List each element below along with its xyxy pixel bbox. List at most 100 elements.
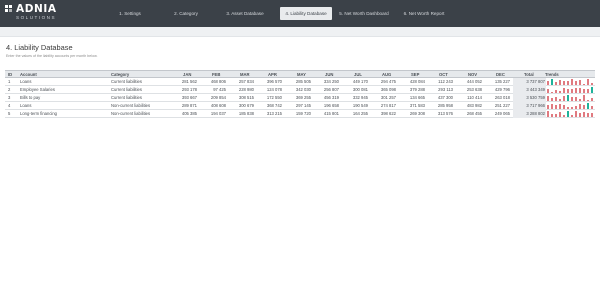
cell-month-value[interactable]: 444 052 (456, 78, 482, 86)
cell-month-value[interactable]: 112 243 (427, 78, 453, 86)
cell-month-value[interactable]: 256 807 (313, 86, 339, 94)
cell-month-value[interactable]: 294 475 (370, 78, 396, 86)
cell-month-value[interactable]: 257 834 (228, 78, 254, 86)
cell-month-value[interactable]: 124 078 (256, 86, 282, 94)
cell-month-value[interactable]: 301 257 (370, 94, 396, 102)
table-row[interactable]: 5 Long-term financing Non-current liabilit… (5, 110, 595, 118)
cell-month-value[interactable]: 365 098 (370, 86, 396, 94)
cell-month-value[interactable]: 196 658 (313, 102, 339, 110)
tab-category[interactable]: 2. Category (160, 7, 212, 20)
brand-logo[interactable]: ADNIA SOLUTIONS (5, 3, 61, 24)
trend-bar (547, 95, 550, 101)
table-row[interactable]: 2 Employee Salaries Current liabilities 293… (5, 86, 595, 94)
trend-bar (559, 98, 562, 101)
trend-bar (591, 113, 594, 117)
cell-month-value[interactable]: 285 505 (285, 78, 311, 86)
cell-month-value[interactable]: 268 455 (456, 110, 482, 118)
cell-month-value[interactable]: 297 145 (285, 102, 311, 110)
col-header-aug: AUG (382, 72, 392, 77)
cell-month-value[interactable]: 371 583 (399, 102, 425, 110)
cell-month-value[interactable]: 172 550 (256, 94, 282, 102)
tab-liability-database[interactable]: 4. Liability Database (280, 7, 332, 20)
trend-bar (583, 83, 586, 85)
cell-month-value[interactable]: 274 817 (370, 102, 396, 110)
tab-net-worth-report[interactable]: 6. Net Worth Report (396, 7, 452, 20)
cell-month-value[interactable]: 483 982 (456, 102, 482, 110)
page-subtitle: Enter the values of the liability accoun… (6, 54, 98, 58)
cell-month-value[interactable]: 379 288 (399, 86, 425, 94)
cell-month-value[interactable]: 300 081 (342, 86, 368, 94)
cell-month-value[interactable]: 415 801 (313, 110, 339, 118)
cell-month-value[interactable]: 405 385 (171, 110, 197, 118)
col-header-nov: NOV (468, 72, 478, 77)
cell-month-value[interactable]: 134 665 (399, 94, 425, 102)
cell-month-value[interactable]: 251 227 (484, 102, 510, 110)
table-row[interactable]: 3 Bills to pay Current liabilities 393 667 2… (5, 94, 595, 102)
cell-account[interactable]: Long-term financing (20, 110, 108, 118)
cell-month-value[interactable]: 332 945 (342, 94, 368, 102)
cell-month-value[interactable]: 300 679 (228, 102, 254, 110)
cell-month-value[interactable]: 110 414 (456, 94, 482, 102)
cell-category[interactable]: Current liabilities (111, 78, 176, 86)
cell-month-value[interactable]: 369 255 (285, 94, 311, 102)
cell-month-value[interactable]: 342 030 (285, 86, 311, 94)
cell-month-value[interactable]: 263 018 (484, 94, 510, 102)
cell-month-value[interactable]: 285 958 (427, 102, 453, 110)
cell-account[interactable]: Loans (20, 78, 108, 86)
cell-month-value[interactable]: 194 037 (200, 110, 226, 118)
trend-bar (583, 112, 586, 117)
cell-category[interactable]: Current liabilities (111, 94, 176, 102)
cell-month-value[interactable]: 396 570 (256, 78, 282, 86)
table-row[interactable]: 4 Loans Non-current liabilities 289 871 408 … (5, 102, 595, 110)
tab-settings[interactable]: 1. Settings (100, 7, 160, 20)
trend-bar (579, 79, 582, 85)
cell-month-value[interactable]: 289 871 (171, 102, 197, 110)
cell-month-value[interactable]: 368 742 (256, 102, 282, 110)
cell-month-value[interactable]: 135 227 (484, 78, 510, 86)
tab-asset-database[interactable]: 3. Asset Database (212, 7, 278, 20)
cell-month-value[interactable]: 228 980 (228, 86, 254, 94)
cell-month-value[interactable]: 97 425 (200, 86, 226, 94)
cell-month-value[interactable]: 429 796 (484, 86, 510, 94)
cell-month-value[interactable]: 334 250 (313, 78, 339, 86)
cell-month-value[interactable]: 293 113 (427, 86, 453, 94)
trend-bar (547, 88, 550, 93)
cell-account[interactable]: Bills to pay (20, 94, 108, 102)
cell-month-value[interactable]: 293 178 (171, 86, 197, 94)
cell-month-value[interactable]: 185 838 (228, 110, 254, 118)
table-row[interactable]: 1 Loans Current liabilities 281 562 468 806 2… (5, 78, 595, 86)
cell-month-value[interactable]: 313 576 (427, 110, 453, 118)
col-header-trends: Trends (545, 72, 559, 77)
cell-category[interactable]: Current liabilities (111, 86, 176, 94)
trend-bar (551, 79, 554, 85)
cell-month-value[interactable]: 398 622 (370, 110, 396, 118)
cell-month-value[interactable]: 313 215 (256, 110, 282, 118)
cell-month-value[interactable]: 393 667 (171, 94, 197, 102)
cell-month-value[interactable]: 209 854 (200, 94, 226, 102)
cell-month-value[interactable]: 281 562 (171, 78, 197, 86)
cell-account[interactable]: Employee Salaries (20, 86, 108, 94)
col-header-id: ID (8, 72, 13, 77)
cell-account[interactable]: Loans (20, 102, 108, 110)
cell-category[interactable]: Non-current liabilities (111, 102, 176, 110)
cell-month-value[interactable]: 269 308 (399, 110, 425, 118)
cell-category[interactable]: Non-current liabilities (111, 110, 176, 118)
tab-net-worth-dashboard[interactable]: 5. Net Worth Dashboard (334, 7, 394, 20)
cell-month-value[interactable]: 428 084 (399, 78, 425, 86)
cell-month-value[interactable]: 456 319 (313, 94, 339, 102)
cell-month-value[interactable]: 437 300 (427, 94, 453, 102)
cell-month-value[interactable]: 253 638 (456, 86, 482, 94)
cell-month-value[interactable]: 249 065 (484, 110, 510, 118)
trend-bar (571, 96, 574, 101)
cell-month-value[interactable]: 164 255 (342, 110, 368, 118)
trend-bar (591, 97, 594, 101)
cell-month-value[interactable]: 449 170 (342, 78, 368, 86)
cell-id: 4 (8, 103, 11, 108)
cell-month-value[interactable]: 190 549 (342, 102, 368, 110)
cell-month-value[interactable]: 308 515 (228, 94, 254, 102)
cell-month-value[interactable]: 159 720 (285, 110, 311, 118)
cell-month-value[interactable]: 408 608 (200, 102, 226, 110)
trend-bar (587, 103, 590, 109)
trend-bar (563, 114, 566, 117)
cell-month-value[interactable]: 468 806 (200, 78, 226, 86)
